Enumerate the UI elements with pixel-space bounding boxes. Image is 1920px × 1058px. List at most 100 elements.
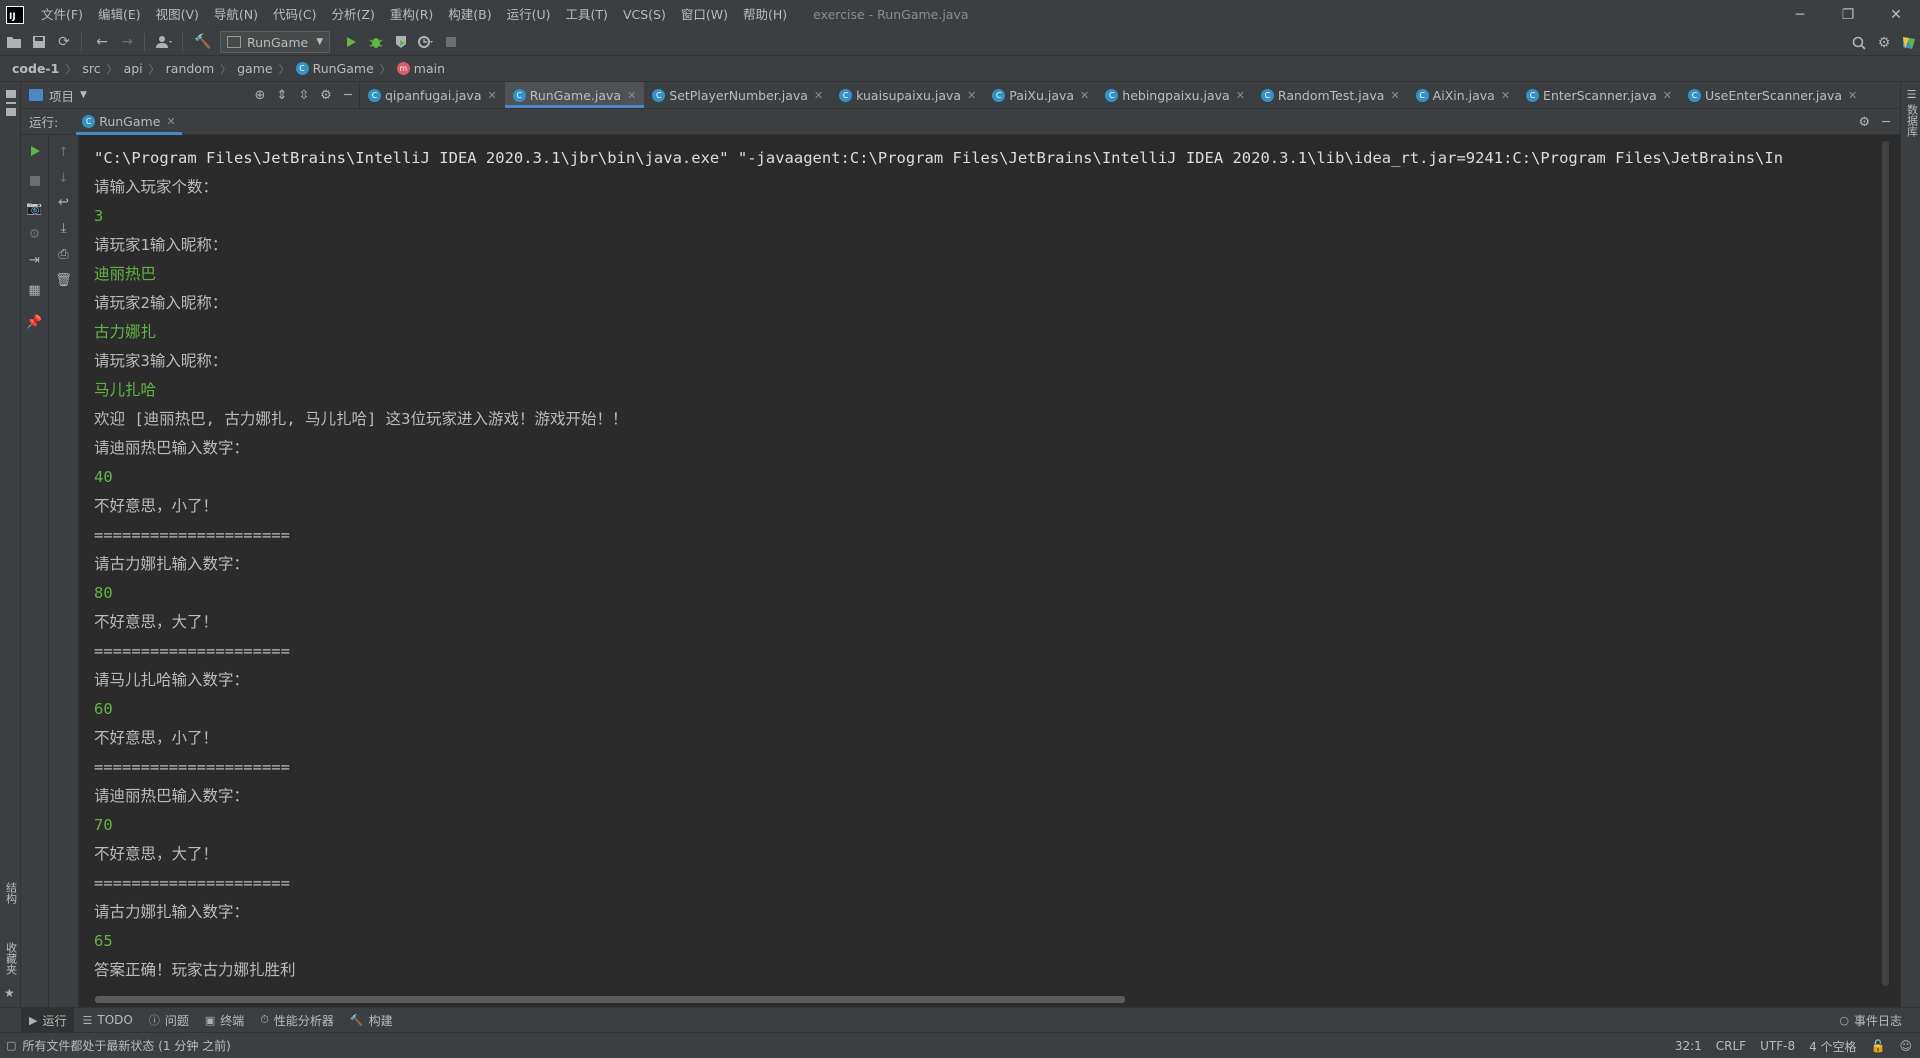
tool-build[interactable]: 🔨 构建 (342, 1008, 401, 1033)
menu-edit[interactable]: 编辑(E) (91, 0, 149, 29)
rerun-icon[interactable] (21, 145, 48, 161)
soft-wrap-icon[interactable]: ↩ (49, 195, 78, 210)
editor-tab[interactable]: C UseEnterScanner.java ✕ (1680, 82, 1865, 108)
structure-tool-tab[interactable]: 结构 (2, 882, 19, 904)
close-icon[interactable]: ✕ (1390, 89, 1399, 102)
breadcrumb-project[interactable]: code-1 (12, 61, 59, 76)
restore-button[interactable]: ❐ (1824, 0, 1872, 29)
editor-tab[interactable]: C PaiXu.java ✕ (984, 82, 1097, 108)
favorites-tool-tab[interactable]: 收藏夹 (2, 942, 19, 975)
tool-profiler[interactable]: ⏱ 性能分析器 (252, 1008, 342, 1033)
close-icon[interactable]: ✕ (1663, 89, 1672, 102)
menu-help[interactable]: 帮助(H) (736, 0, 795, 29)
sync-icon[interactable]: ⟳ (53, 31, 75, 53)
hide-icon[interactable]: ─ (337, 88, 359, 103)
close-icon[interactable]: ✕ (1080, 89, 1089, 102)
editor-tab[interactable]: C RandomTest.java ✕ (1253, 82, 1408, 108)
bug-icon[interactable]: ⚙ (21, 227, 48, 242)
menu-run[interactable]: 运行(U) (500, 0, 559, 29)
breadcrumb-api[interactable]: api (124, 61, 143, 76)
editor-tab-active[interactable]: C RunGame.java ✕ (504, 82, 645, 108)
back-arrow-icon[interactable]: ← (91, 31, 113, 53)
debug-icon[interactable] (365, 31, 387, 53)
close-icon[interactable]: ✕ (627, 89, 636, 102)
menu-file[interactable]: 文件(F) (34, 0, 91, 29)
close-icon[interactable]: ✕ (166, 115, 175, 128)
minimize-button[interactable]: ─ (1776, 0, 1824, 29)
gear-icon[interactable]: ⚙ (315, 88, 337, 103)
console-output[interactable]: "C:\Program Files\JetBrains\IntelliJ IDE… (79, 135, 1891, 1007)
stop-icon[interactable] (21, 175, 48, 190)
pin-icon[interactable]: 📌 (21, 315, 48, 330)
layout-icon[interactable]: ▦ (21, 283, 48, 298)
open-folder-icon[interactable] (3, 31, 25, 53)
locate-icon[interactable]: ⊕ (249, 88, 271, 103)
settings-gear-icon[interactable]: ⚙ (1873, 32, 1895, 54)
close-icon[interactable]: ✕ (1848, 89, 1857, 102)
run-configuration-select[interactable]: RunGame ▼ (220, 31, 331, 53)
menu-refactor[interactable]: 重构(R) (383, 0, 441, 29)
project-tool-tab[interactable] (2, 88, 19, 124)
menu-view[interactable]: 视图(V) (149, 0, 207, 29)
vertical-scrollbar[interactable] (1882, 141, 1889, 986)
build-hammer-icon[interactable]: 🔨 (192, 31, 214, 53)
breadcrumb-game[interactable]: game (237, 61, 272, 76)
line-ending[interactable]: CRLF (1716, 1039, 1746, 1053)
horizontal-scrollbar[interactable] (95, 996, 1125, 1003)
close-icon[interactable]: ✕ (1236, 89, 1245, 102)
coverage-icon[interactable] (390, 31, 412, 53)
lock-icon[interactable]: 🔓 (1871, 1039, 1886, 1053)
editor-tab[interactable]: C AiXin.java ✕ (1408, 82, 1518, 108)
menu-analyze[interactable]: 分析(Z) (325, 0, 383, 29)
hide-icon[interactable]: ─ (1882, 115, 1890, 130)
trash-icon[interactable]: 🗑 (49, 273, 78, 288)
stop-icon[interactable] (440, 31, 462, 53)
tool-event-log[interactable]: ○ 事件日志 (1831, 1008, 1910, 1033)
editor-tab[interactable]: Cqipanfugai.java ✕ (360, 82, 505, 108)
close-icon[interactable]: ✕ (1501, 89, 1510, 102)
expand-all-icon[interactable]: ⇕ (271, 88, 293, 103)
breadcrumb-class[interactable]: C RunGame (295, 61, 374, 76)
caret-position[interactable]: 32:1 (1675, 1039, 1702, 1053)
inspection-icon[interactable]: ☺ (1899, 1039, 1912, 1053)
up-arrow-icon[interactable]: ↑ (49, 145, 78, 160)
editor-tab[interactable]: Chebingpaixu.java ✕ (1097, 82, 1253, 108)
exit-icon[interactable]: ⇥ (21, 253, 48, 268)
gear-icon[interactable]: ⚙ (1859, 115, 1871, 130)
breadcrumb-method[interactable]: m main (396, 61, 445, 76)
close-window-button[interactable]: ✕ (1872, 0, 1920, 29)
close-icon[interactable]: ✕ (814, 89, 823, 102)
editor-tab[interactable]: Ckuaisupaixu.java ✕ (831, 82, 984, 108)
chevron-down-icon[interactable]: ▼ (80, 90, 87, 100)
editor-tab[interactable]: C SetPlayerNumber.java ✕ (644, 82, 831, 108)
menu-tools[interactable]: 工具(T) (559, 0, 616, 29)
profile-icon[interactable] (415, 31, 437, 53)
run-tab[interactable]: C RunGame ✕ (76, 109, 183, 135)
close-icon[interactable]: ✕ (487, 89, 496, 102)
scroll-to-end-icon[interactable]: ⤓ (49, 221, 78, 236)
menu-navigate[interactable]: 导航(N) (207, 0, 266, 29)
tool-run[interactable]: ▶ 运行 (21, 1007, 75, 1033)
menu-vcs[interactable]: VCS(S) (616, 0, 674, 29)
menu-code[interactable]: 代码(C) (266, 0, 324, 29)
down-arrow-icon[interactable]: ↓ (49, 171, 78, 186)
tool-problems[interactable]: ⓘ 问题 (141, 1008, 197, 1033)
search-icon[interactable] (1848, 32, 1870, 54)
menu-window[interactable]: 窗口(W) (674, 0, 736, 29)
menu-build[interactable]: 构建(B) (441, 0, 499, 29)
tool-todo[interactable]: ☰ TODO (74, 1008, 140, 1033)
collapse-all-icon[interactable]: ⇳ (293, 88, 315, 103)
tool-terminal[interactable]: ▣ 终端 (197, 1008, 252, 1033)
vcs-user-icon[interactable] (154, 31, 176, 53)
forward-arrow-icon[interactable]: → (116, 31, 138, 53)
project-view-selector[interactable]: 项目 (49, 86, 74, 105)
run-icon[interactable] (340, 31, 362, 53)
camera-icon[interactable]: 📷 (21, 201, 48, 216)
print-icon[interactable]: ⎙ (49, 247, 78, 262)
save-icon[interactable] (28, 31, 50, 53)
indent-setting[interactable]: 4 个空格 (1809, 1038, 1856, 1055)
toggle-tool-windows-icon[interactable]: ▢ (6, 1039, 16, 1052)
database-tool-tab[interactable]: ☰ 数据库 (1903, 88, 1920, 137)
jetbrains-toolbox-icon[interactable] (1898, 32, 1920, 54)
file-encoding[interactable]: UTF-8 (1760, 1039, 1795, 1053)
